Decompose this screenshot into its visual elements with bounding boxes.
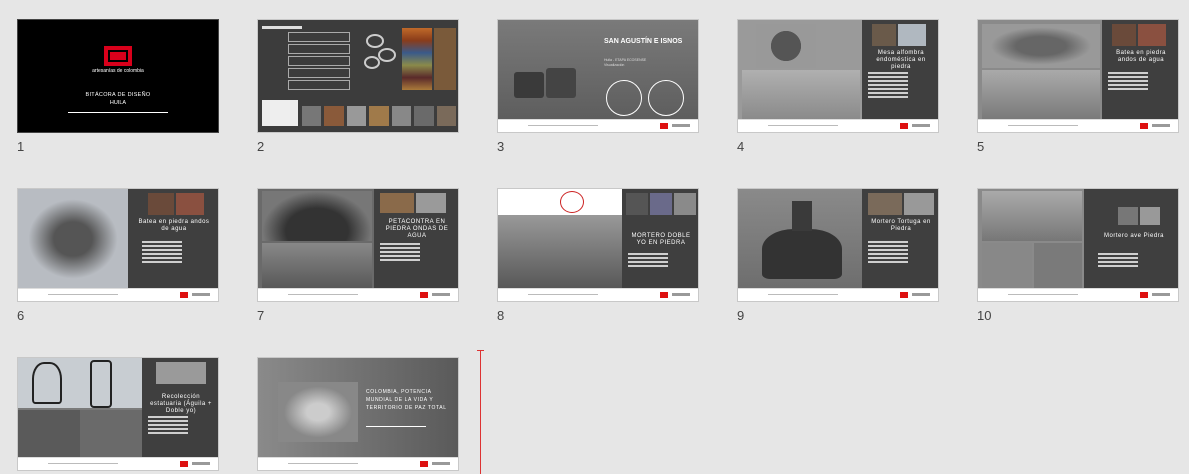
table-image [742, 70, 860, 122]
slide-thumbnail-5[interactable]: Batea en piedra andos de agua [977, 19, 1179, 133]
stone-tray-image [982, 24, 1100, 68]
slide-number-8: 8 [497, 308, 505, 323]
eagle-statue-icon [32, 362, 62, 404]
flow-diagram [262, 26, 356, 90]
slide-title: SAN AGUSTÍN E ISNOS [604, 38, 683, 45]
slide-thumbnail-8[interactable]: MORTERO DOBLE YO EN PIEDRA [497, 188, 699, 302]
statue-photo-2 [80, 410, 142, 460]
slide-footer [258, 457, 458, 470]
info-panel: Recolección estatuaria (Águila + Doble y… [142, 358, 218, 458]
stone-lid-image [262, 191, 372, 241]
sidebar-notes [262, 100, 298, 126]
info-panel: MORTERO DOBLE YO EN PIEDRA [622, 189, 698, 289]
color-palette [402, 28, 432, 90]
double-mortar-image [498, 215, 622, 291]
slide-footer [18, 288, 218, 301]
insertion-cursor [477, 350, 484, 474]
bird-mortar-image-3 [1034, 243, 1082, 291]
stone-tray-image [28, 199, 118, 279]
slide-title: Batea en piedra andos de agua [1116, 50, 1166, 63]
info-panel: Mortero ave Piedra [1084, 189, 1178, 289]
slide-footer [978, 119, 1178, 132]
slide-footer [978, 288, 1178, 301]
product-thumbnails [302, 106, 456, 126]
huila-map-icon [648, 80, 684, 116]
slide-number-5: 5 [977, 139, 985, 154]
slide-number-1: 1 [17, 139, 25, 154]
slide-number-7: 7 [257, 308, 265, 323]
bird-mortar-image-2 [982, 243, 1032, 291]
slide-thumbnail-6[interactable]: Batea en piedra andos de agua [17, 188, 219, 302]
closing-title: COLOMBIA, POTENCIA MUNDIAL DE LA VIDA Y … [366, 389, 447, 411]
slide-number-2: 2 [257, 139, 265, 154]
slide-number-4: 4 [737, 139, 745, 154]
slide-thumbnail-12[interactable]: COLOMBIA, POTENCIA MUNDIAL DE LA VIDA Y … [257, 357, 459, 471]
info-panel: PETACONTRA EN PIEDRA ONDAS DE AGUA [374, 189, 458, 289]
info-panel: Batea en piedra andos de agua [1102, 20, 1178, 120]
slide-number-3: 3 [497, 139, 505, 154]
statue-photo-1 [18, 410, 80, 460]
slide-thumbnail-3[interactable]: SAN AGUSTÍN E ISNOS Huila - ETAPA ECOSEN… [497, 19, 699, 133]
slide-number-9: 9 [737, 308, 745, 323]
stone-container-image [262, 243, 372, 291]
info-panel: Mesa alfombra endoméstica en piedra [862, 20, 938, 120]
pestle-image [792, 201, 812, 231]
title-underline [366, 426, 426, 427]
doble-yo-statue-icon [90, 360, 112, 408]
slide-subtitle: HUILA [109, 100, 127, 106]
mortar-image [514, 72, 544, 98]
mortar-collection-image [278, 382, 358, 442]
slide-thumbnail-7[interactable]: PETACONTRA EN PIEDRA ONDAS DE AGUA [257, 188, 459, 302]
texture-image [434, 28, 456, 90]
slide-title: Mortero Tortuga en Piedra [871, 219, 931, 232]
slide-thumbnail-1[interactable]: artesanías de colombia BITÁCORA DE DISEÑ… [17, 19, 219, 133]
slide-title: Batea en piedra andos de agua [138, 219, 210, 232]
slide-caption: Visualización [604, 63, 625, 67]
highlight-circle-icon [560, 191, 584, 213]
rings-image [362, 30, 398, 70]
colombia-map-icon [606, 80, 642, 116]
info-panel: Mortero Tortuga en Piedra [862, 189, 938, 289]
slide-footer [498, 119, 698, 132]
slide-title: Mortero ave Piedra [1103, 233, 1165, 239]
slide-footer [738, 119, 938, 132]
slide-title: BITÁCORA DE DISEÑO [85, 92, 151, 98]
slide-thumbnail-11[interactable]: Recolección estatuaria (Águila + Doble y… [17, 357, 219, 471]
slide-number-6: 6 [17, 308, 25, 323]
turtle-mortar-image [762, 229, 842, 279]
brand-text: artesanías de colombia [92, 68, 144, 74]
stone-disc-image [756, 24, 816, 68]
info-panel: Batea en piedra andos de agua [128, 189, 218, 289]
slide-subtitle: Huila - ETAPA ECOSENSE [604, 58, 647, 62]
slide-footer [18, 457, 218, 470]
slide-thumbnail-4[interactable]: Mesa alfombra endoméstica en piedra [737, 19, 939, 133]
slide-footer [738, 288, 938, 301]
slide-footer [498, 288, 698, 301]
slide-thumbnail-2[interactable] [257, 19, 459, 133]
mortar-image-2 [546, 68, 576, 98]
slide-thumbnail-10[interactable]: Mortero ave Piedra [977, 188, 1179, 302]
logo-pattern-icon [108, 50, 128, 62]
slide-title: MORTERO DOBLE YO EN PIEDRA [631, 233, 691, 246]
slide-number-10: 10 [977, 308, 992, 323]
title-underline [68, 112, 168, 113]
slide-footer [258, 288, 458, 301]
slide-title: Recolección estatuaria (Águila + Doble y… [150, 394, 212, 414]
slide-title: PETACONTRA EN PIEDRA ONDAS DE AGUA [385, 219, 449, 239]
slide-title: Mesa alfombra endoméstica en piedra [876, 50, 926, 70]
bird-mortar-image [982, 191, 1082, 241]
slide-thumbnail-9[interactable]: Mortero Tortuga en Piedra [737, 188, 939, 302]
stone-tray-image-2 [982, 70, 1100, 122]
